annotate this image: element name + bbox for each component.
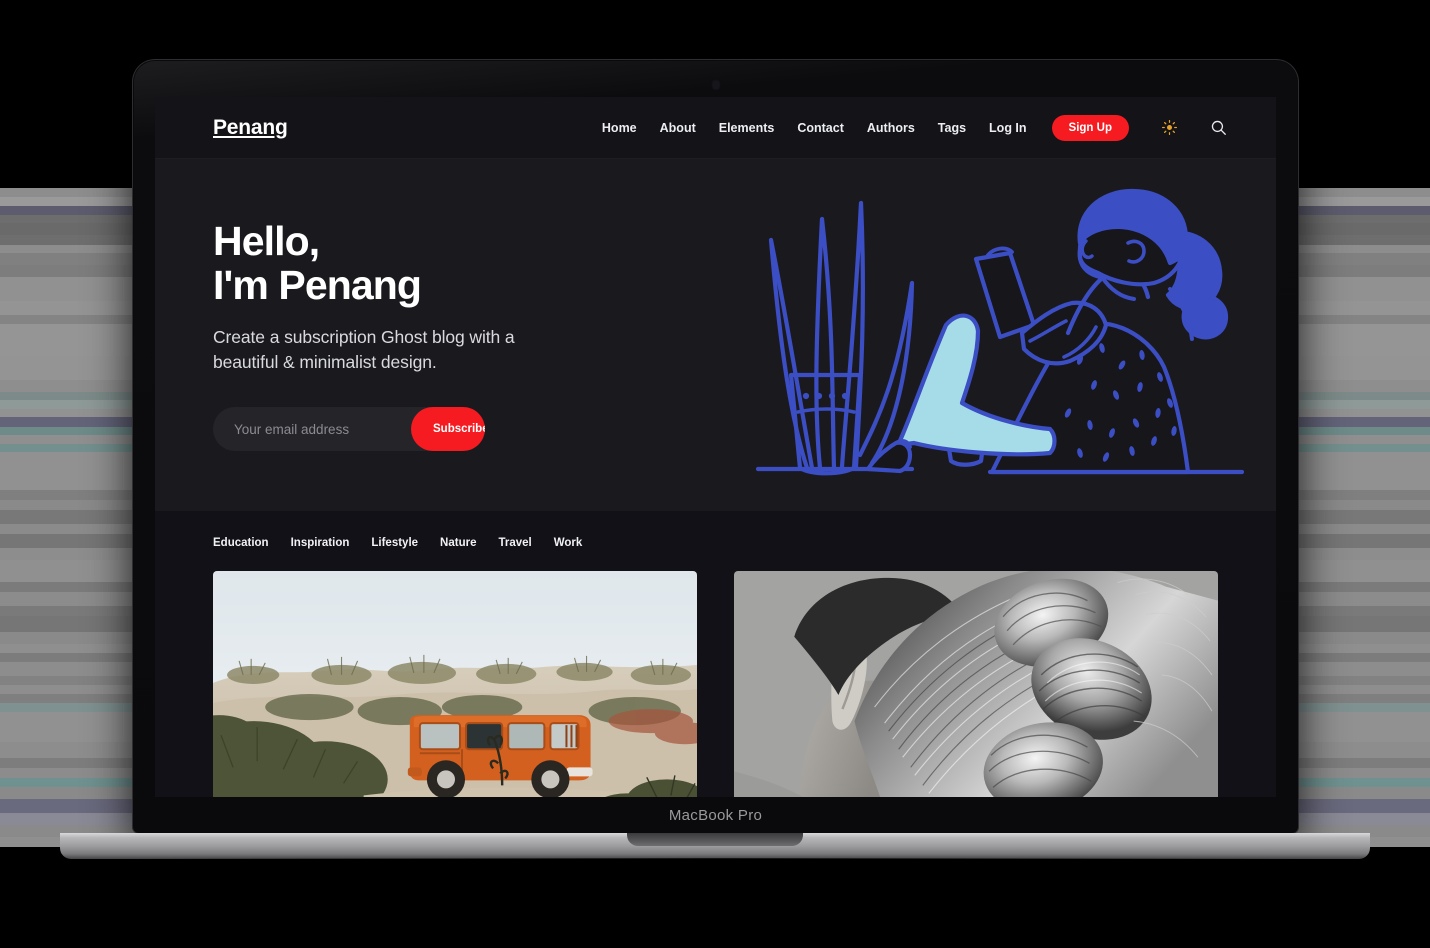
site-logo[interactable]: Penang [213,116,288,140]
category-work[interactable]: Work [554,537,583,549]
device-label: MacBook Pro [668,806,763,824]
search-icon[interactable] [1207,117,1229,139]
laptop-base-notch [627,833,803,846]
hero-section: Hello, I'm Penang Create a subscription … [155,159,1276,511]
email-input[interactable] [213,407,411,452]
category-education[interactable]: Education [213,537,269,549]
post-grid [213,571,1218,797]
posts-section: Education Inspiration Lifestyle Nature T… [155,511,1276,797]
macbook-pro-mockup: Penang Home About Elements Contact Autho… [133,60,1298,833]
subscribe-button[interactable]: Subscribe [411,407,485,452]
sun-icon[interactable] [1158,117,1180,139]
category-lifestyle[interactable]: Lifestyle [371,537,418,549]
nav-item-elements[interactable]: Elements [719,121,775,135]
post-card[interactable] [734,571,1218,797]
nav-item-home[interactable]: Home [602,121,637,135]
laptop-base [60,833,1370,859]
nav-item-authors[interactable]: Authors [867,121,915,135]
category-inspiration[interactable]: Inspiration [291,537,350,549]
category-nature[interactable]: Nature [440,537,476,549]
laptop-screen: Penang Home About Elements Contact Autho… [155,97,1276,797]
laptop-chin: MacBook Pro [133,797,1298,833]
woman-reading-tablet-illustration [750,185,1250,485]
signup-button[interactable]: Sign Up [1051,114,1129,141]
braided-hair-bun-bw-photo [734,571,1218,797]
orange-vw-bus-sand-dunes-photo [213,571,697,797]
laptop-base-shadow [120,858,1310,876]
hero-subtitle: Create a subscription Ghost blog with a … [213,327,515,373]
subscribe-form: Subscribe [213,407,485,452]
nav-item-contact[interactable]: Contact [797,121,844,135]
site-header: Penang Home About Elements Contact Autho… [155,97,1276,159]
hero-title: Hello, I'm Penang [213,217,422,309]
hero-copy: Hello, I'm Penang Create a subscription … [213,217,613,452]
category-travel[interactable]: Travel [498,537,531,549]
post-card[interactable] [213,571,697,797]
main-navigation: Home About Elements Contact Authors Tags… [602,114,1229,141]
nav-item-login[interactable]: Log In [989,121,1027,135]
category-filter-list: Education Inspiration Lifestyle Nature T… [213,537,1218,549]
nav-item-tags[interactable]: Tags [938,121,966,135]
nav-item-about[interactable]: About [660,121,696,135]
camera-dot-icon [712,81,719,89]
